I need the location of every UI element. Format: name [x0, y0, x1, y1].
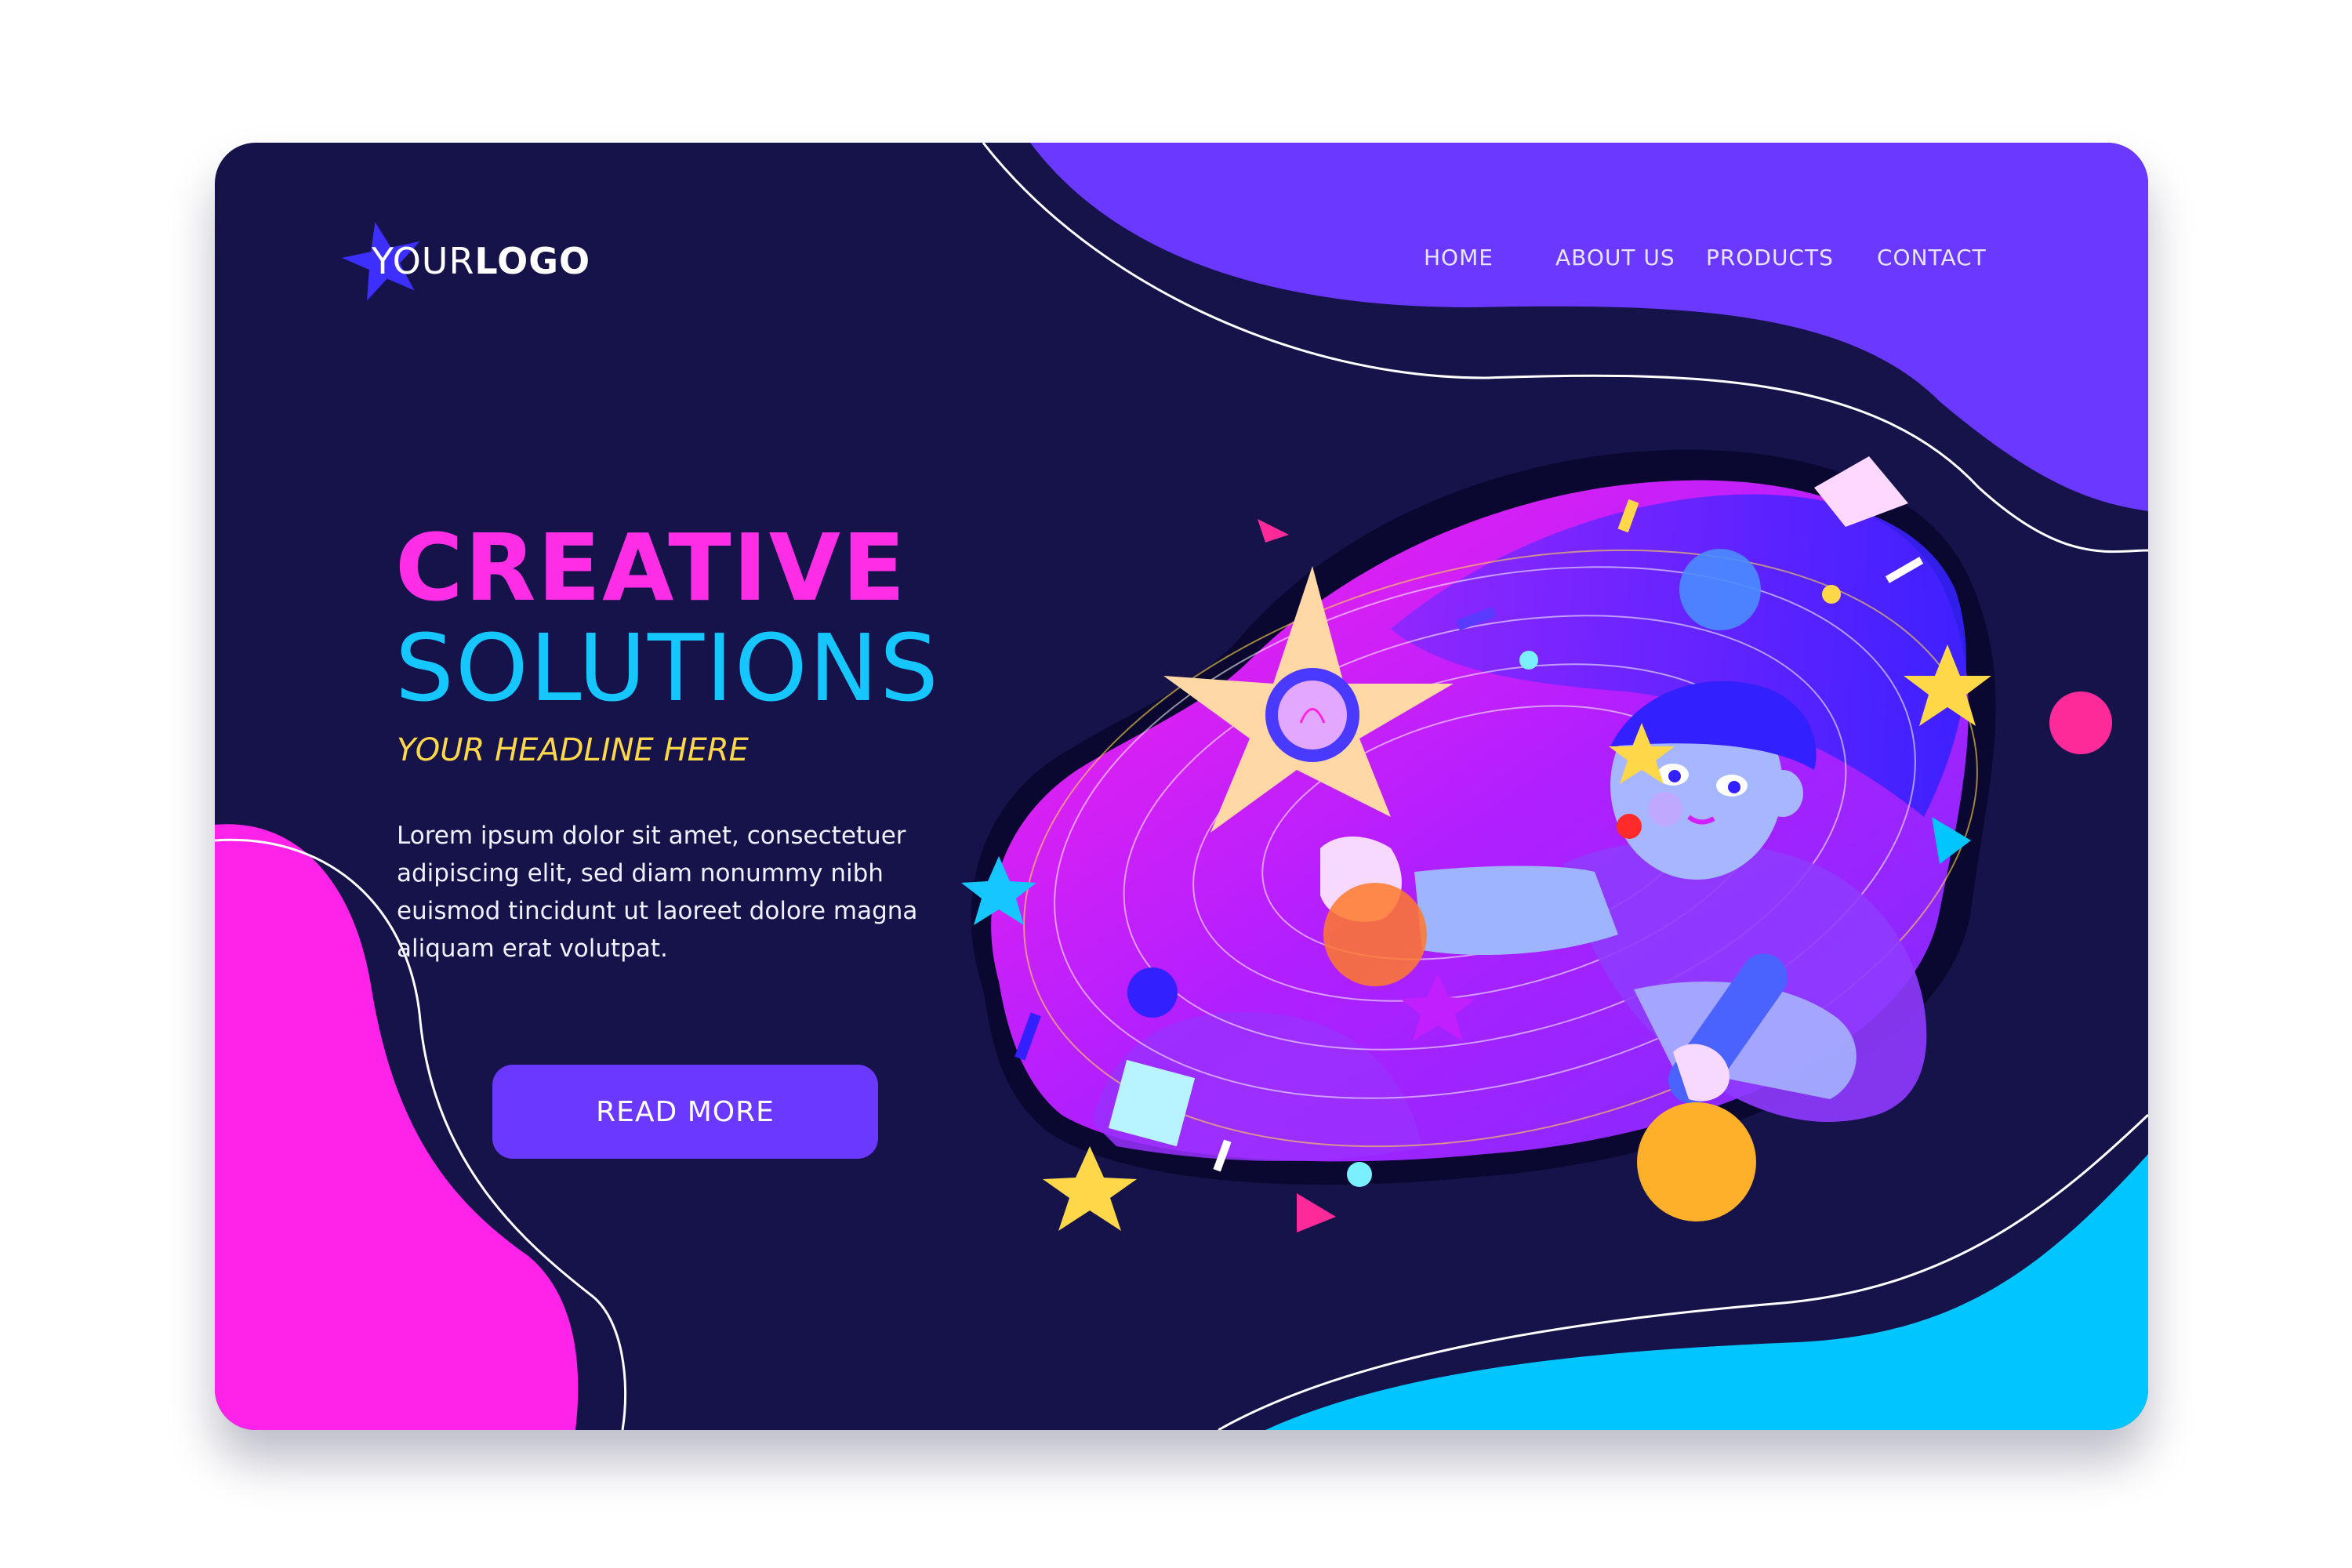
planet-dark-blue [1127, 967, 1178, 1018]
lightbulb-icon [1278, 681, 1347, 750]
planet-pink [2049, 691, 2112, 754]
planet-blue [1679, 549, 1761, 630]
girl-arm [1414, 866, 1618, 955]
planet-yellow [1637, 1102, 1756, 1221]
girl-ear [1762, 770, 1803, 817]
landing-page-card: YOURLOGO HOME ABOUT US PRODUCTS CONTACT … [215, 143, 2148, 1430]
planet-orange [1323, 883, 1427, 986]
hero-illustration [961, 449, 2112, 1232]
